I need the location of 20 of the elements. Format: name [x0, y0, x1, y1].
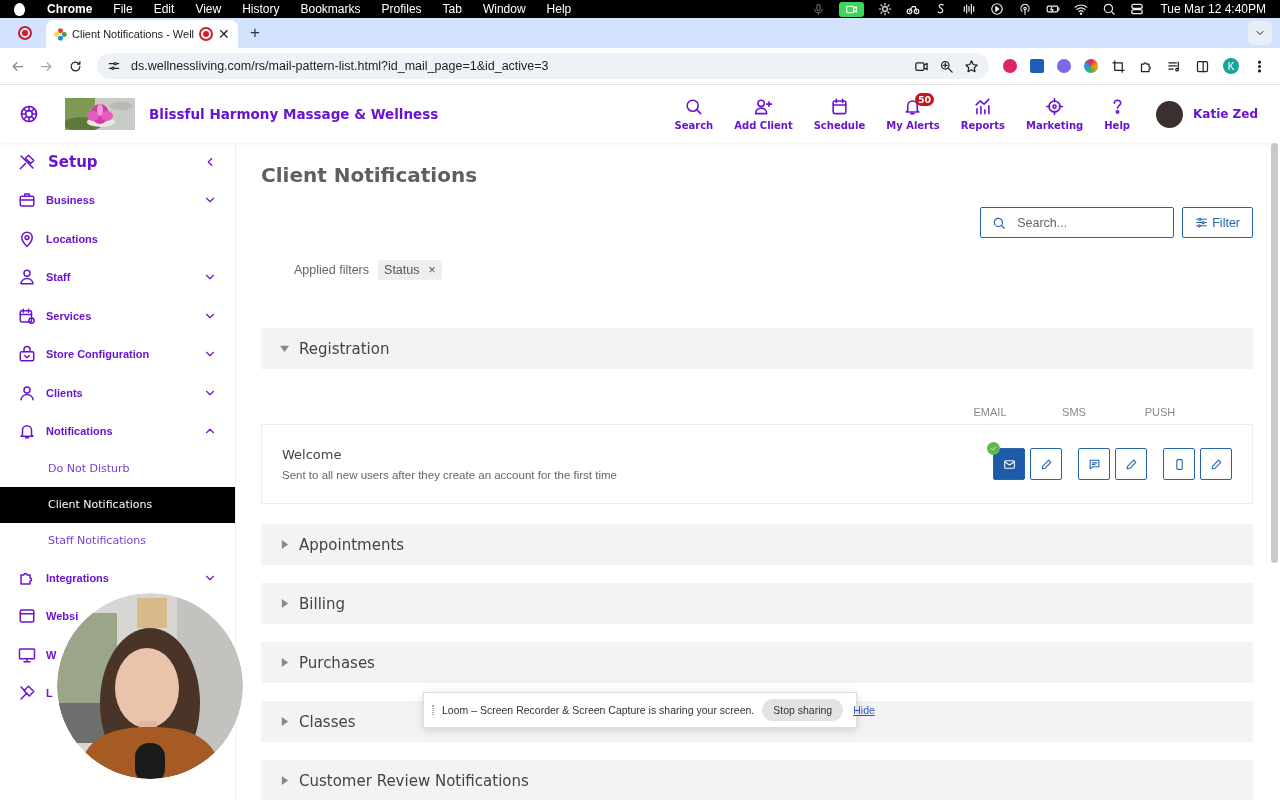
section-title: Billing [299, 594, 345, 613]
page-title: Client Notifications [261, 163, 479, 187]
section-title: Purchases [299, 653, 375, 672]
column-header: EMAIL [972, 406, 1008, 418]
applied-filters-label: Applied filters [294, 263, 370, 277]
tab-title: Client Notifications - Well [72, 28, 195, 40]
alert-count-badge: 50 [915, 93, 935, 106]
url-text: ds.wellnessliving.com/rs/mail-pattern-list.html?id_mail_page=1&id_active=3 [131, 59, 550, 73]
section-title: Appointments [299, 535, 405, 554]
menubar-clock: Tue Mar 12 4:40PM [1160, 2, 1266, 16]
sidebar-title: Setup [48, 153, 99, 171]
sharing-message: Loom – Screen Recorder & Screen Capture is sharing your screen. [442, 704, 755, 716]
section-title: Customer Review Notifications [299, 771, 529, 790]
notification-description: Sent to all new users after they create an account for the first time [282, 469, 618, 481]
section-title: Registration [299, 339, 390, 358]
column-header: PUSH [1143, 406, 1177, 418]
notification-name: Welcome [282, 447, 343, 462]
section-title: Classes [299, 712, 356, 731]
chip-label: Status [384, 263, 420, 277]
column-header: SMS [1061, 406, 1087, 418]
